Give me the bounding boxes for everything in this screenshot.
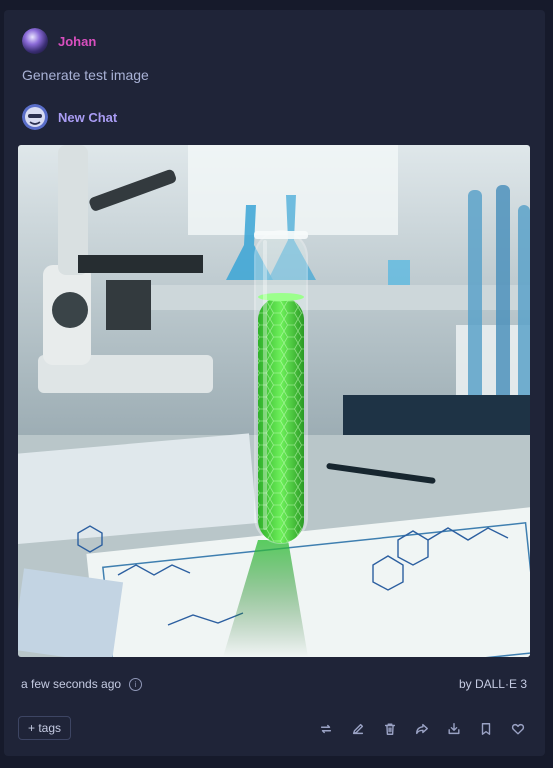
repeat-icon[interactable] xyxy=(317,720,335,738)
trash-icon[interactable] xyxy=(381,720,399,738)
edit-icon[interactable] xyxy=(349,720,367,738)
user-avatar[interactable] xyxy=(22,28,48,54)
add-tags-button[interactable]: + tags xyxy=(18,716,72,740)
assistant-avatar[interactable] xyxy=(22,104,48,130)
model-label: by DALL·E 3 xyxy=(458,677,527,691)
bookmark-icon[interactable] xyxy=(477,720,495,738)
timestamp: a few seconds ago xyxy=(21,677,122,691)
timestamp-row: a few seconds ago i xyxy=(21,677,143,691)
message-card: Johan Generate test image New Chat a few… xyxy=(4,10,545,756)
action-bar xyxy=(317,720,527,738)
info-icon[interactable]: i xyxy=(129,677,143,691)
assistant-header: New Chat xyxy=(22,104,117,130)
user-header: Johan xyxy=(22,28,96,54)
user-name: Johan xyxy=(58,33,97,49)
heart-icon[interactable] xyxy=(509,720,527,738)
download-icon[interactable] xyxy=(445,720,463,738)
assistant-name: New Chat xyxy=(58,109,118,125)
prompt-text: Generate test image xyxy=(22,67,149,83)
generated-image[interactable] xyxy=(18,145,530,657)
share-icon[interactable] xyxy=(413,720,431,738)
